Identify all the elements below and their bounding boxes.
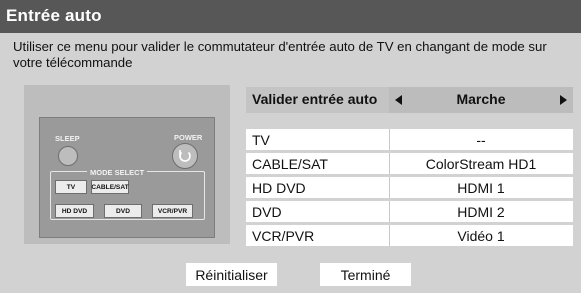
remote-mode-button: HD DVD xyxy=(55,204,94,218)
input-row-dvd[interactable]: DVD HDMI 2 xyxy=(246,201,573,222)
input-row-hd-dvd[interactable]: HD DVD HDMI 1 xyxy=(246,177,573,198)
row-input-value: -- xyxy=(476,132,486,148)
window-title: Entrée auto xyxy=(6,6,102,25)
row-mode-label: TV xyxy=(252,132,270,148)
remote-mode-button: TV xyxy=(55,180,87,194)
auto-input-selector[interactable]: Marche xyxy=(389,87,573,113)
title-bar: Entrée auto xyxy=(0,0,581,33)
reset-button[interactable]: Réinitialiser xyxy=(186,263,277,286)
remote-mode-button: DVD xyxy=(104,204,142,218)
row-input-value: HDMI 1 xyxy=(457,180,505,196)
row-input-value: ColorStream HD1 xyxy=(425,156,537,172)
power-button-icon xyxy=(172,143,198,169)
input-row-vcr-pvr[interactable]: VCR/PVR Vidéo 1 xyxy=(246,225,573,246)
row-mode-label: CABLE/SAT xyxy=(252,156,328,172)
power-icon xyxy=(179,150,191,162)
mode-select-label: MODE SELECT xyxy=(87,168,148,177)
input-row-tv[interactable]: TV -- xyxy=(246,129,573,150)
power-label: POWER xyxy=(174,133,203,142)
auto-input-label: Valider entrée auto xyxy=(252,91,378,107)
auto-input-value: Marche xyxy=(456,91,506,107)
input-row-cable-sat[interactable]: CABLE/SAT ColorStream HD1 xyxy=(246,153,573,174)
menu-description: Utiliser ce menu pour valider le commuta… xyxy=(13,39,547,70)
row-input-value: HDMI 2 xyxy=(457,204,505,220)
remote-mode-button: VCR/PVR xyxy=(152,204,193,218)
row-mode-label: HD DVD xyxy=(252,180,306,196)
auto-input-setting[interactable]: Valider entrée auto Marche xyxy=(246,87,573,113)
sleep-button-icon xyxy=(58,146,78,166)
sleep-label: SLEEP xyxy=(55,134,80,143)
row-mode-label: DVD xyxy=(252,204,282,220)
remote-mode-button: CABLE/SAT xyxy=(91,180,129,194)
row-mode-label: VCR/PVR xyxy=(252,228,315,244)
done-button[interactable]: Terminé xyxy=(320,263,411,286)
arrow-right-icon[interactable] xyxy=(560,95,567,105)
row-input-value: Vidéo 1 xyxy=(457,228,505,244)
